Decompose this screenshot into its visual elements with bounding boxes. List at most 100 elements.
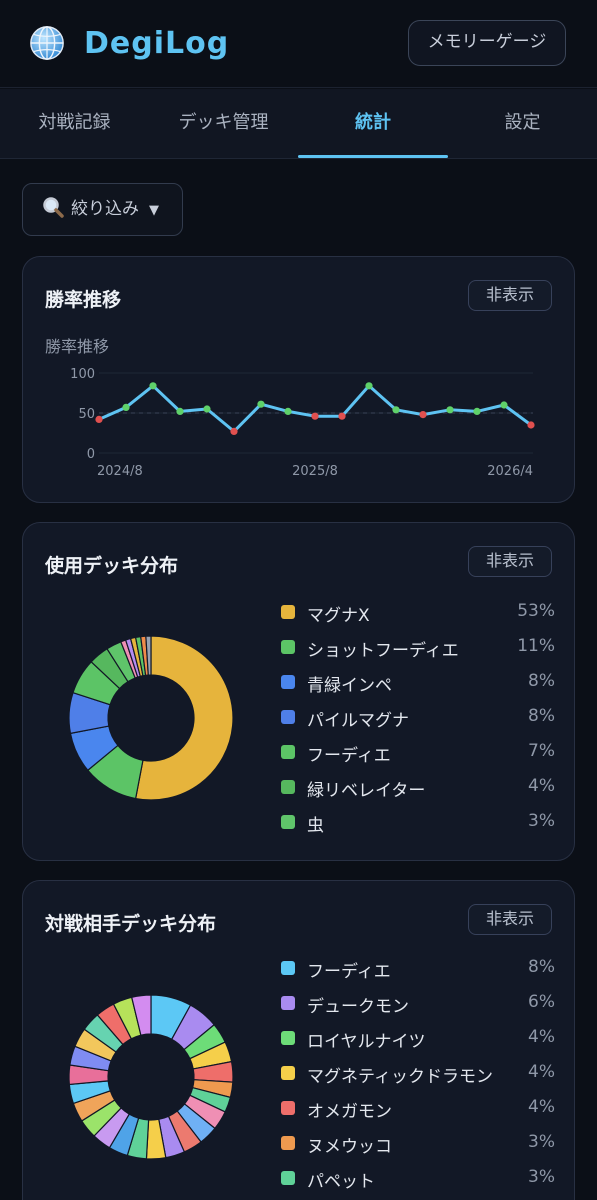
legend-name: ショットフーディエ [307, 641, 459, 661]
data-point [95, 415, 103, 423]
legend-swatch [281, 961, 295, 975]
legend-swatch [281, 605, 295, 619]
legend-swatch [281, 815, 295, 829]
app-title: DegiLog [84, 26, 230, 61]
legend-swatch [281, 1101, 295, 1115]
deck-usage-donut-chart [68, 635, 234, 801]
legend-swatch [281, 1171, 295, 1185]
data-point [230, 427, 238, 435]
legend-percent: 7% [528, 741, 555, 761]
search-icon [43, 197, 64, 218]
hide-opponent-deck-button[interactable]: 非表示 [468, 904, 552, 935]
legend-name: フーディエ [307, 962, 391, 982]
win-rate-series-line [98, 384, 532, 433]
legend-swatch [281, 675, 295, 689]
legend-percent: 4% [528, 776, 555, 796]
opponent-deck-card: 対戦相手デッキ分布 非表示 フーディエ 8% デュークモン 6% ロイヤルナイツ 4% マグ… [22, 880, 575, 1200]
legend-percent: 4% [528, 1062, 555, 1082]
data-point [392, 406, 400, 414]
card-title: 勝率推移 [45, 289, 122, 311]
legend-item: ショットフーディエ 11% [281, 636, 555, 671]
legend-percent: 8% [528, 706, 555, 726]
card-title: 使用デッキ分布 [45, 555, 179, 577]
legend-name: マグナX [307, 606, 370, 626]
y-tick-label: 100 [70, 367, 95, 382]
legend-item: 緑リベレイター 4% [281, 776, 555, 811]
filter-button[interactable]: 絞り込み ▼ [22, 183, 183, 236]
data-point [176, 407, 184, 415]
data-point [446, 406, 454, 414]
tab-battle-records[interactable]: 対戦記録 [0, 89, 149, 159]
legend-name: 青緑インペ [307, 676, 392, 696]
active-tab-indicator [298, 155, 448, 158]
x-tick-label: 2025/8 [292, 464, 338, 479]
legend-percent: 3% [528, 1132, 555, 1152]
data-point [365, 382, 373, 390]
legend-item: ロイヤルナイツ 4% [281, 1027, 555, 1062]
legend-name: パペット [307, 1172, 375, 1192]
legend-swatch [281, 780, 295, 794]
globe-icon [30, 26, 64, 60]
legend-swatch [281, 745, 295, 759]
legend-item: デュークモン 6% [281, 992, 555, 1027]
legend-item: マグネティックドラモン 4% [281, 1062, 555, 1097]
legend-percent: 53% [517, 601, 555, 621]
legend-name: ヌメウッコ [307, 1137, 392, 1157]
tab-statistics[interactable]: 統計 [298, 89, 448, 159]
legend-item: 虫 3% [281, 811, 555, 846]
opponent-deck-legend: フーディエ 8% デュークモン 6% ロイヤルナイツ 4% マグネティックドラモン 4% オメガ… [281, 957, 555, 1200]
legend-name: ロイヤルナイツ [307, 1032, 426, 1052]
win-rate-card: 勝率推移 非表示 勝率推移 100 50 0 2024/8 2025/8 2026/4 [22, 256, 575, 503]
legend-percent: 3% [528, 1167, 555, 1187]
tab-deck-management[interactable]: デッキ管理 [149, 89, 298, 159]
tab-settings[interactable]: 設定 [448, 89, 597, 159]
memory-gauge-button[interactable]: メモリーゲージ [408, 20, 566, 66]
legend-swatch [281, 1066, 295, 1080]
data-point [149, 382, 157, 390]
data-point [473, 407, 481, 415]
legend-item: パイルマグナ 8% [281, 706, 555, 741]
legend-percent: 6% [528, 992, 555, 1012]
legend-name: 虫 [307, 816, 324, 836]
legend-swatch [281, 1136, 295, 1150]
legend-item: オメガモン 4% [281, 1097, 555, 1132]
legend-item: フーディエ 7% [281, 741, 555, 776]
legend-percent: 11% [517, 636, 555, 656]
legend-percent: 4% [528, 1097, 555, 1117]
legend-name: フーディエ [307, 746, 391, 766]
app-header: DegiLog メモリーゲージ [0, 0, 597, 88]
y-tick-label: 0 [87, 447, 95, 462]
opponent-deck-donut-chart [68, 994, 234, 1160]
deck-usage-legend: マグナX 53% ショットフーディエ 11% 青緑インペ 8% パイルマグナ 8% フーディエ 7… [281, 601, 555, 846]
legend-percent: 4% [528, 1027, 555, 1047]
hide-win-rate-button[interactable]: 非表示 [468, 280, 552, 311]
legend-swatch [281, 710, 295, 724]
data-point [284, 407, 292, 415]
deck-usage-card: 使用デッキ分布 非表示 マグナX 53% ショットフーディエ 11% 青緑インペ 8% パイ… [22, 522, 575, 861]
data-point [257, 400, 265, 408]
legend-swatch [281, 996, 295, 1010]
legend-name: パイルマグナ [307, 711, 409, 731]
main-tabs: 対戦記録 デッキ管理 統計 設定 [0, 89, 597, 159]
legend-name: オメガモン [307, 1102, 392, 1122]
win-rate-line-chart: 100 50 02024/8 2025/8 2026/4 [70, 367, 535, 479]
legend-name: デュークモン [307, 997, 409, 1017]
legend-percent: 8% [528, 671, 555, 691]
legend-item: マグナX 53% [281, 601, 555, 636]
card-title: 対戦相手デッキ分布 [45, 913, 217, 935]
legend-item: パペット 3% [281, 1167, 555, 1200]
legend-name: マグネティックドラモン [307, 1067, 493, 1087]
legend-percent: 8% [528, 957, 555, 977]
y-tick-label: 50 [78, 407, 95, 422]
data-point [419, 411, 427, 419]
chevron-down-icon: ▼ [149, 203, 159, 218]
hide-deck-usage-button[interactable]: 非表示 [468, 546, 552, 577]
legend-item: 青緑インペ 8% [281, 671, 555, 706]
data-point [311, 412, 319, 420]
legend-item: フーディエ 8% [281, 957, 555, 992]
legend-swatch [281, 640, 295, 654]
data-point [500, 401, 508, 409]
x-tick-label: 2024/8 [97, 464, 143, 479]
legend-percent: 3% [528, 811, 555, 831]
chart-title: 勝率推移 [45, 337, 110, 356]
